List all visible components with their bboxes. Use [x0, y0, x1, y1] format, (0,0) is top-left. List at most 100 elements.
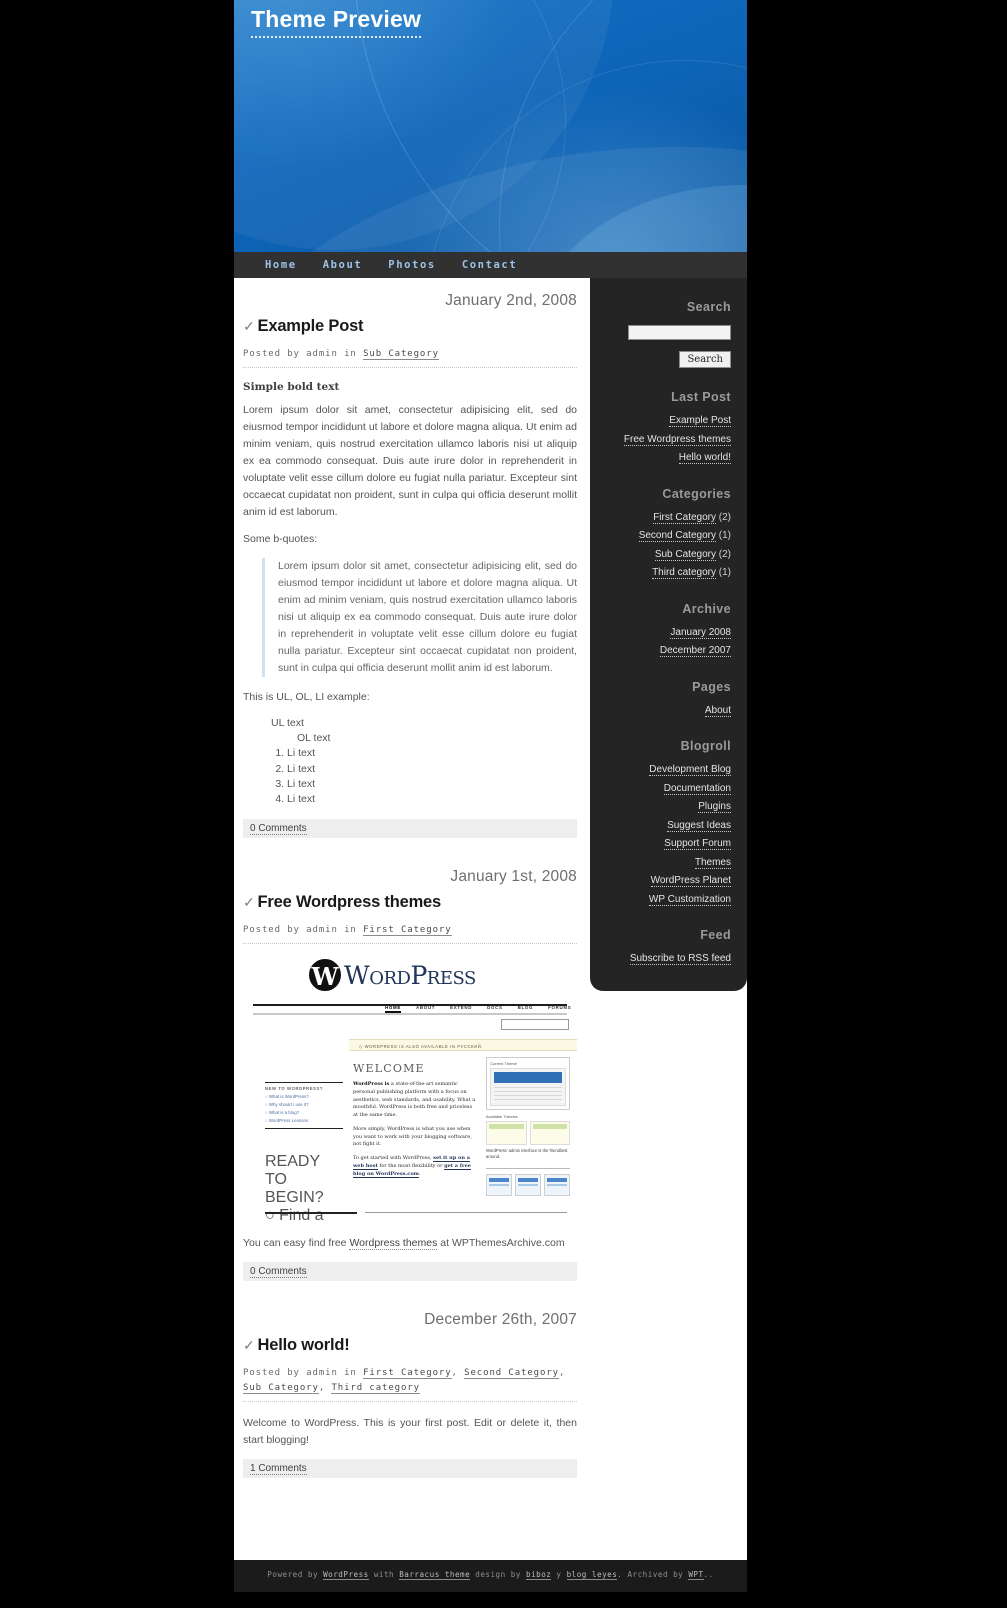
post-title[interactable]: ✓ Hello world!	[243, 1336, 577, 1355]
blogroll-link[interactable]: Support Forum	[664, 838, 731, 850]
footer-link-wordpress[interactable]: WordPress	[323, 1570, 369, 1580]
blogroll-link[interactable]: WP Customization	[648, 893, 731, 906]
blogroll-link[interactable]: Suggest Ideas	[667, 819, 731, 832]
post-title[interactable]: ✓ Example Post	[243, 317, 577, 336]
post-title[interactable]: ✓ Free Wordpress themes	[243, 893, 577, 912]
list-item: Sub Category (2)	[602, 548, 731, 562]
search-input[interactable]	[628, 325, 731, 341]
wp-menu-blog: BLOG	[517, 1005, 534, 1010]
comments-link[interactable]: 1 Comments	[250, 1462, 307, 1475]
wp-para-1-bold: WordPress is	[353, 1081, 390, 1087]
last-post-link[interactable]: Example Post	[669, 415, 731, 427]
header-banner: Theme Preview	[234, 0, 747, 252]
rss-feed-link[interactable]: Subscribe to RSS feed	[629, 953, 731, 965]
post-paragraph: Welcome to WordPress. This is your first…	[243, 1416, 577, 1446]
blogroll-link[interactable]: WordPress Planet	[650, 875, 731, 887]
nav-item-contact[interactable]: Contact	[462, 259, 517, 271]
last-post-link[interactable]: Hello world!	[678, 452, 731, 464]
nav-item-home[interactable]: Home	[265, 259, 297, 271]
page-link[interactable]: About	[704, 704, 731, 717]
post-lead-text: Simple bold text	[243, 380, 340, 393]
list-item: Development Blog	[602, 763, 731, 777]
wp-screenshot-right-col: Current Theme Available Themes WordPress…	[486, 1057, 570, 1196]
archive-link[interactable]: January 2008	[670, 626, 731, 639]
site-footer: Powered by WordPress with Barracus theme…	[234, 1560, 747, 1592]
post-title-text: Example Post	[257, 317, 364, 335]
wp-bottom-rule-left	[265, 1212, 357, 1214]
footer-link-theme[interactable]: Barracus theme	[399, 1570, 471, 1580]
wp-para-3: To get started with WordPress, set it up…	[353, 1155, 477, 1178]
list-item: WP Customization	[602, 893, 731, 907]
footer-text-6: ..	[703, 1570, 714, 1579]
category-count: (1)	[718, 530, 731, 541]
sidebar: Search Search Last Post Example Post Fre…	[590, 278, 747, 991]
list-item: Subscribe to RSS feed	[602, 952, 731, 966]
wp-cell-bar	[532, 1124, 567, 1129]
footer-link-biboz[interactable]: biboz	[526, 1570, 552, 1580]
ol-item: Li text	[287, 746, 577, 761]
wp-thumb-line	[494, 1087, 562, 1088]
wm-c: P	[410, 961, 427, 990]
wp-cell-bar	[489, 1124, 524, 1129]
post-category-link[interactable]: Third category	[331, 1382, 420, 1394]
widget-title-blogroll: Blogroll	[680, 739, 731, 753]
wordpress-themes-link[interactable]: Wordpress themes	[349, 1237, 438, 1250]
search-form: Search	[602, 324, 731, 368]
wp-screenshot-caption: WordPress’ admin interface is the friend…	[486, 1148, 568, 1160]
blogroll-link[interactable]: Documentation	[663, 782, 731, 795]
nav-item-about[interactable]: About	[323, 259, 363, 271]
wp-thumb-line	[494, 1095, 562, 1096]
post-category-link[interactable]: Sub Category	[363, 349, 439, 360]
post-meta: Posted by admin in First Category, Secon…	[243, 1366, 577, 1402]
archive-link[interactable]: December 2007	[659, 645, 731, 657]
wp-available-themes-row	[486, 1121, 570, 1145]
wp-menu-docs: DOCS	[487, 1005, 503, 1010]
check-icon: ✓	[243, 894, 255, 911]
site-title: Theme Preview	[251, 6, 422, 38]
post-blockquote: Lorem ipsum dolor sit amet, consectetur …	[262, 557, 577, 677]
wp-screenshot-left-col-2: READY TO BEGIN? ○ Find a web host ○ Down…	[265, 1153, 343, 1225]
category-link[interactable]: Sub Category	[654, 548, 716, 561]
wp-left-item: ○ Why should I use it?	[265, 1102, 309, 1107]
footer-text-4: y	[551, 1570, 567, 1579]
wp-screenshot-thumb-row	[486, 1173, 570, 1196]
footer-link-blogleyes[interactable]: blog leyes	[566, 1570, 618, 1580]
post-category-link[interactable]: First Category	[363, 1368, 452, 1379]
post-category-link[interactable]: Second Category	[464, 1368, 559, 1379]
widget-title-search: Search	[686, 300, 731, 314]
list-item: WordPress Planet	[602, 874, 731, 888]
blogroll-link[interactable]: Plugins	[698, 801, 731, 813]
widget-title-categories: Categories	[662, 486, 731, 501]
post-paragraph: Lorem ipsum dolor sit amet, consectetur …	[243, 403, 577, 518]
footer-text-1: Powered by	[267, 1570, 324, 1579]
blogroll-link[interactable]: Themes	[694, 856, 731, 869]
blogroll-link[interactable]: Development Blog	[649, 764, 731, 776]
wp-para-3-c: .	[418, 1170, 421, 1177]
category-link[interactable]: Second Category	[638, 530, 716, 542]
wp-thumb-line	[494, 1091, 562, 1092]
wp-theme-cell	[529, 1121, 570, 1145]
post-meta: Posted by admin in First Category	[243, 923, 577, 944]
ol-item: Li text	[287, 762, 577, 777]
footer-text-3: design by	[470, 1570, 526, 1579]
category-link[interactable]: Third category	[652, 567, 716, 579]
list-item: Plugins	[602, 800, 731, 814]
blogroll-list: Development Blog Documentation Plugins S…	[602, 763, 731, 906]
wp-welcome-heading: WELCOME	[353, 1062, 425, 1075]
widget-title-feed: Feed	[700, 928, 731, 942]
search-button[interactable]: Search	[679, 351, 731, 368]
footer-link-wpt[interactable]: WPT	[688, 1570, 704, 1580]
comments-link[interactable]: 0 Comments	[250, 823, 307, 836]
wp-thumb-line	[494, 1099, 562, 1100]
nav-item-photos[interactable]: Photos	[388, 259, 436, 271]
post-title-text: Hello world!	[257, 1336, 350, 1354]
footer-text-5: . Archived by	[617, 1570, 689, 1579]
last-post-link[interactable]: Free Wordpress themes	[623, 433, 731, 446]
category-link[interactable]: First Category	[653, 511, 716, 524]
post-category-link[interactable]: First Category	[363, 925, 452, 937]
comments-link[interactable]: 0 Comments	[250, 1266, 307, 1278]
ol-item: Li text	[287, 792, 577, 807]
post-category-link[interactable]: Sub Category	[243, 1382, 319, 1394]
wp-available-themes-title: Available Themes	[486, 1114, 518, 1119]
ol-item: Li text	[287, 777, 577, 792]
